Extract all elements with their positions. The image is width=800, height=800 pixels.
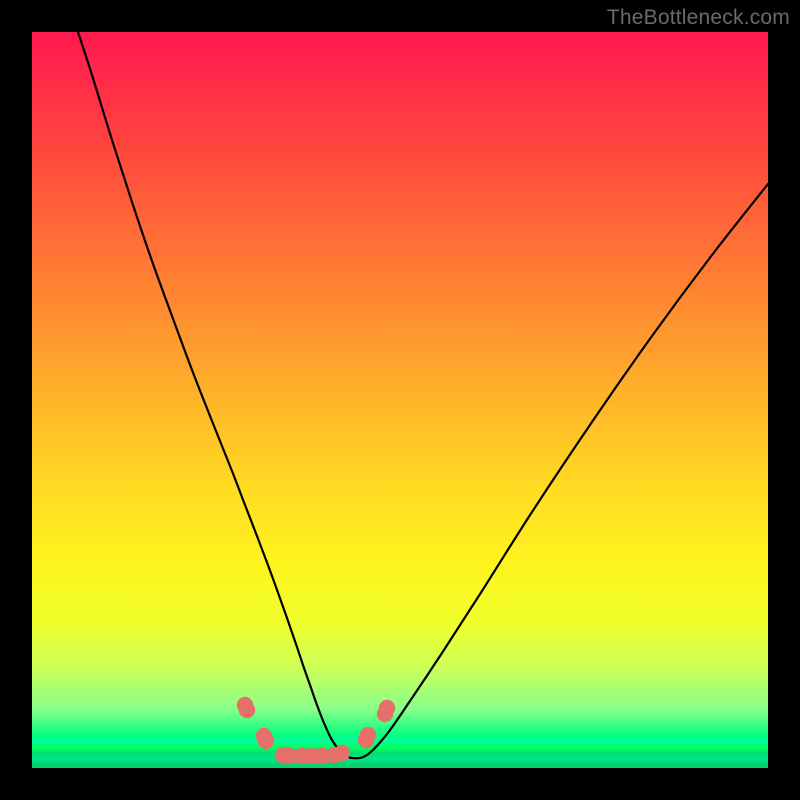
watermark-text: TheBottleneck.com <box>607 6 790 30</box>
plot-area <box>32 32 768 768</box>
marker-dot <box>258 733 274 749</box>
marker-dot <box>360 727 376 743</box>
marker-dot <box>334 745 350 761</box>
chart-container: TheBottleneck.com <box>0 0 800 800</box>
curve-svg <box>32 32 768 768</box>
marker-dot <box>239 702 255 718</box>
marker-dot <box>379 700 395 716</box>
bottleneck-curve <box>78 32 768 758</box>
bottom-markers <box>237 697 395 764</box>
